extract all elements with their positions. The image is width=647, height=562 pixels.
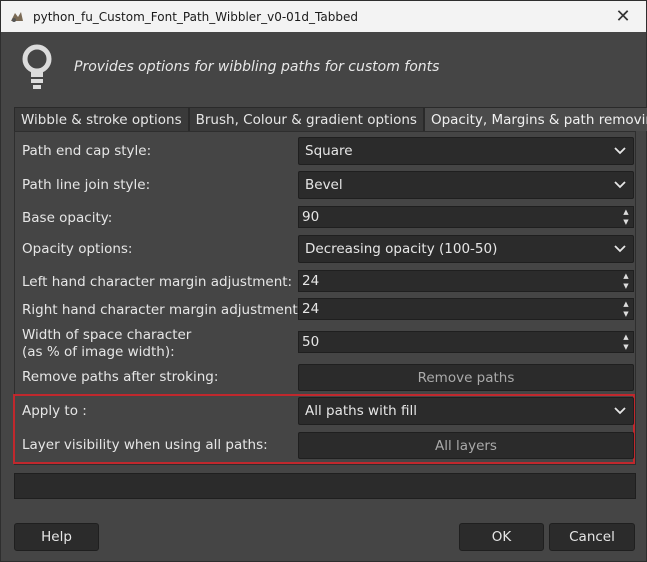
opacity-options-label: Opacity options: bbox=[22, 241, 133, 257]
right-margin-value: 24 bbox=[302, 301, 320, 317]
apply-to-select[interactable]: All paths with fill bbox=[298, 397, 634, 425]
line-join-label: Path line join style: bbox=[22, 177, 151, 193]
apply-to-row: Apply to : All paths with fill bbox=[15, 396, 635, 426]
right-margin-spinbox[interactable]: 24 ▲ ▼ bbox=[298, 298, 634, 320]
space-width-label-line1: Width of space character bbox=[22, 327, 192, 343]
window-title: python_fu_Custom_Font_Path_Wibbler_v0-01… bbox=[33, 9, 358, 24]
apply-to-label: Apply to : bbox=[22, 403, 87, 419]
opacity-options-select[interactable]: Decreasing opacity (100-50) bbox=[298, 235, 634, 263]
spin-arrows[interactable]: ▲ ▼ bbox=[619, 299, 633, 319]
remove-paths-button[interactable]: Remove paths bbox=[298, 364, 634, 391]
tab-bar: Wibble & stroke options Brush, Colour & … bbox=[14, 107, 647, 131]
chevron-down-icon bbox=[607, 245, 633, 253]
base-opacity-row: Base opacity: 90 ▲ ▼ bbox=[15, 206, 635, 230]
spin-down-icon[interactable]: ▼ bbox=[623, 310, 628, 318]
chevron-down-icon bbox=[607, 407, 633, 415]
end-cap-row: Path end cap style: Square bbox=[15, 136, 635, 166]
spin-up-icon[interactable]: ▲ bbox=[623, 300, 628, 308]
right-margin-label: Right hand character margin adjustment: bbox=[22, 302, 303, 318]
opacity-options-value: Decreasing opacity (100-50) bbox=[305, 241, 498, 257]
right-margin-row: Right hand character margin adjustment: … bbox=[15, 298, 635, 322]
spin-arrows[interactable]: ▲ ▼ bbox=[619, 332, 633, 352]
tab-opacity-margins-paths[interactable]: Opacity, Margins & path removing bbox=[423, 107, 647, 131]
layer-visibility-row: Layer visibility when using all paths: A… bbox=[15, 432, 635, 460]
left-margin-label: Left hand character margin adjustment: bbox=[22, 274, 293, 290]
left-margin-row: Left hand character margin adjustment: 2… bbox=[15, 270, 635, 294]
dialog-description: Provides options for wibbling paths for … bbox=[74, 59, 440, 75]
tab-wibble-stroke[interactable]: Wibble & stroke options bbox=[14, 107, 189, 131]
opacity-options-row: Opacity options: Decreasing opacity (100… bbox=[15, 234, 635, 264]
left-margin-value: 24 bbox=[302, 273, 320, 289]
spin-down-icon[interactable]: ▼ bbox=[623, 282, 628, 290]
spin-up-icon[interactable]: ▲ bbox=[623, 333, 628, 341]
chevron-down-icon bbox=[607, 147, 633, 155]
remove-paths-label: Remove paths after stroking: bbox=[22, 369, 219, 385]
space-width-spinbox[interactable]: 50 ▲ ▼ bbox=[298, 331, 634, 353]
help-button[interactable]: Help bbox=[14, 523, 99, 551]
line-join-value: Bevel bbox=[305, 177, 343, 193]
close-button[interactable]: ✕ bbox=[600, 1, 646, 32]
apply-to-value: All paths with fill bbox=[305, 403, 417, 419]
spin-arrows[interactable]: ▲ ▼ bbox=[619, 207, 633, 227]
spin-down-icon[interactable]: ▼ bbox=[623, 343, 628, 351]
ok-button[interactable]: OK bbox=[459, 523, 544, 551]
layer-visibility-button[interactable]: All layers bbox=[298, 432, 634, 459]
dialog-window: python_fu_Custom_Font_Path_Wibbler_v0-01… bbox=[0, 0, 647, 562]
cancel-button[interactable]: Cancel bbox=[549, 523, 635, 551]
remove-paths-row: Remove paths after stroking: Remove path… bbox=[15, 364, 635, 392]
chevron-down-icon bbox=[607, 181, 633, 189]
gimp-icon bbox=[9, 9, 25, 25]
base-opacity-label: Base opacity: bbox=[22, 210, 113, 226]
line-join-select[interactable]: Bevel bbox=[298, 171, 634, 199]
line-join-row: Path line join style: Bevel bbox=[15, 170, 635, 200]
progress-bar bbox=[14, 473, 636, 499]
close-icon: ✕ bbox=[615, 6, 631, 27]
end-cap-select[interactable]: Square bbox=[298, 137, 634, 165]
layer-visibility-label: Layer visibility when using all paths: bbox=[22, 437, 268, 453]
tab-brush-colour-gradient[interactable]: Brush, Colour & gradient options bbox=[188, 107, 424, 131]
spin-down-icon[interactable]: ▼ bbox=[623, 218, 628, 226]
title-bar: python_fu_Custom_Font_Path_Wibbler_v0-01… bbox=[1, 1, 646, 32]
spin-up-icon[interactable]: ▲ bbox=[623, 272, 628, 280]
left-margin-spinbox[interactable]: 24 ▲ ▼ bbox=[298, 270, 634, 292]
lightbulb-icon bbox=[21, 44, 53, 94]
dialog-header: Provides options for wibbling paths for … bbox=[1, 32, 646, 102]
base-opacity-value: 90 bbox=[302, 209, 320, 225]
tab-panel: Path end cap style: Square Path line joi… bbox=[13, 131, 636, 465]
end-cap-value: Square bbox=[305, 143, 353, 159]
end-cap-label: Path end cap style: bbox=[22, 143, 152, 159]
spin-arrows[interactable]: ▲ ▼ bbox=[619, 271, 633, 291]
base-opacity-spinbox[interactable]: 90 ▲ ▼ bbox=[298, 206, 634, 228]
space-width-label-line2: (as % of image width): bbox=[22, 344, 175, 360]
spin-up-icon[interactable]: ▲ bbox=[623, 208, 628, 216]
space-width-value: 50 bbox=[302, 334, 320, 350]
space-width-row: Width of space character (as % of image … bbox=[15, 326, 635, 362]
